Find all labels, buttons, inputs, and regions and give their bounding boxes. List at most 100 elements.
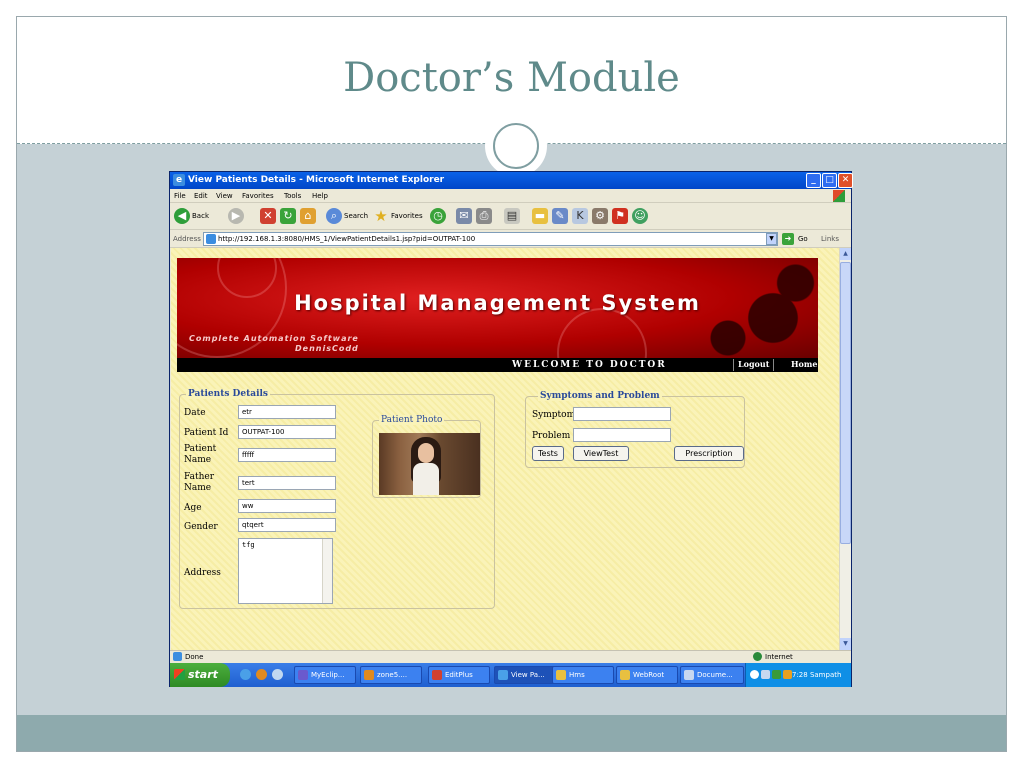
menu-edit[interactable]: Edit — [194, 192, 208, 200]
task-zone[interactable]: zone5.... — [360, 666, 422, 684]
folder-task-icon — [556, 670, 566, 680]
scroll-down-icon[interactable]: ▼ — [840, 638, 851, 650]
task-editplus[interactable]: EditPlus — [428, 666, 490, 684]
tray-network-icon[interactable] — [761, 670, 770, 679]
task-label: Hms — [569, 671, 585, 679]
father-name-label-line2: Name — [184, 483, 212, 493]
tray-expand-icon[interactable] — [750, 670, 759, 679]
favorites-star-icon[interactable]: ★ — [373, 208, 389, 224]
patient-id-field[interactable]: OUTPAT-100 — [238, 425, 336, 439]
stop-icon[interactable]: ✕ — [260, 208, 276, 224]
title-ring-inner — [493, 123, 539, 169]
links-button[interactable]: Links — [821, 235, 839, 243]
symptom-label: Symptom — [532, 410, 576, 420]
users-icon[interactable]: ☺ — [632, 208, 648, 224]
welcome-text: WELCOME TO DOCTOR — [512, 360, 667, 370]
patient-photo-legend: Patient Photo — [379, 415, 445, 425]
task-myeclipse[interactable]: MyEclip... — [294, 666, 356, 684]
menu-file[interactable]: File — [174, 192, 186, 200]
address-bar: Address http://192.168.1.3:8080/HMS_1/Vi… — [170, 230, 851, 248]
home-link[interactable]: Home — [787, 359, 821, 371]
date-field[interactable]: etr — [238, 405, 336, 419]
windows-logo-icon — [174, 669, 185, 680]
photo-face — [418, 443, 434, 463]
eclipse-icon — [298, 670, 308, 680]
back-label[interactable]: Back — [192, 212, 209, 220]
patient-name-field[interactable]: fffff — [238, 448, 336, 462]
home-icon[interactable]: ⌂ — [300, 208, 316, 224]
problem-field[interactable] — [573, 428, 671, 442]
refresh-icon[interactable]: ↻ — [280, 208, 296, 224]
patient-photo — [379, 433, 480, 495]
research-icon[interactable]: K — [572, 208, 588, 224]
tool-icon[interactable]: ⚙ — [592, 208, 608, 224]
ie-task-icon — [498, 670, 508, 680]
tray-app-icon[interactable] — [772, 670, 781, 679]
editplus-icon — [432, 670, 442, 680]
task-label: MyEclip... — [311, 671, 345, 679]
banner-title: Hospital Management System — [294, 291, 701, 315]
address-scrollbar[interactable] — [322, 539, 332, 603]
menu-help[interactable]: Help — [312, 192, 328, 200]
task-label: View Pa... — [511, 671, 545, 679]
prescription-button[interactable]: Prescription — [674, 446, 744, 461]
address-label: Address — [173, 235, 201, 243]
flag-icon[interactable]: ⚑ — [612, 208, 628, 224]
start-button[interactable]: start — [170, 663, 230, 687]
scroll-up-icon[interactable]: ▲ — [840, 248, 851, 260]
forward-icon[interactable]: ▶ — [228, 208, 244, 224]
favorites-label[interactable]: Favorites — [391, 212, 423, 220]
address-dropdown-chevron-icon[interactable]: ▼ — [766, 233, 777, 245]
menu-view[interactable]: View — [216, 192, 233, 200]
ie-window: e View Patients Details - Microsoft Inte… — [169, 171, 853, 687]
quick-launch-firefox-icon[interactable] — [256, 669, 267, 680]
go-button[interactable]: Go — [798, 235, 808, 243]
gender-field[interactable]: qtqert — [238, 518, 336, 532]
window-title: View Patients Details - Microsoft Intern… — [188, 175, 445, 185]
start-label: start — [188, 668, 218, 681]
task-label: zone5.... — [377, 671, 408, 679]
window-titlebar[interactable]: e View Patients Details - Microsoft Inte… — [170, 172, 853, 189]
search-icon[interactable]: ⌕ — [326, 208, 342, 224]
symptom-field[interactable] — [573, 407, 671, 421]
go-arrow-icon[interactable]: ➜ — [782, 233, 794, 245]
quick-launch-ie-icon[interactable] — [240, 669, 251, 680]
address-input[interactable]: http://192.168.1.3:8080/HMS_1/ViewPatien… — [203, 232, 778, 246]
minimize-button[interactable]: _ — [806, 173, 821, 188]
father-name-label-line1: Father — [184, 472, 215, 482]
quick-launch-desktop-icon[interactable] — [272, 669, 283, 680]
task-documents[interactable]: Docume... — [680, 666, 744, 684]
age-field[interactable]: ww — [238, 499, 336, 513]
task-label: WebRoot — [633, 671, 665, 679]
search-label[interactable]: Search — [344, 212, 368, 220]
address-url: http://192.168.1.3:8080/HMS_1/ViewPatien… — [218, 235, 476, 243]
history-icon[interactable]: ◷ — [430, 208, 446, 224]
menu-favorites[interactable]: Favorites — [242, 192, 274, 200]
father-name-field[interactable]: tert — [238, 476, 336, 490]
page-icon — [206, 234, 216, 244]
edit-icon[interactable]: ▤ — [504, 208, 520, 224]
logout-link[interactable]: Logout — [733, 359, 775, 371]
page-scrollbar[interactable]: ▲ ▼ — [839, 248, 851, 650]
banner-subtitle: Complete Automation Software — [189, 334, 359, 343]
print-icon[interactable]: ⎙ — [476, 208, 492, 224]
tests-button[interactable]: Tests — [532, 446, 564, 461]
back-icon[interactable]: ◀ — [174, 208, 190, 224]
folder-icon[interactable]: ▬ — [532, 208, 548, 224]
scroll-thumb[interactable] — [840, 262, 851, 544]
nav-bar: WELCOME TO DOCTOR Logout Home — [177, 358, 818, 372]
mail-icon[interactable]: ✉ — [456, 208, 472, 224]
tray-clock: 7:28 Sampath — [792, 671, 842, 679]
task-hms[interactable]: Hms — [552, 666, 614, 684]
view-test-button[interactable]: ViewTest — [573, 446, 629, 461]
menu-tools[interactable]: Tools — [284, 192, 301, 200]
close-button[interactable]: ✕ — [838, 173, 853, 188]
messenger-icon[interactable]: ✎ — [552, 208, 568, 224]
patient-name-label-line2: Name — [184, 455, 212, 465]
task-webroot[interactable]: WebRoot — [616, 666, 678, 684]
tray-chart-icon[interactable] — [783, 670, 792, 679]
address-textarea[interactable]: tfg — [238, 538, 333, 604]
address-text-label: Address — [184, 568, 221, 578]
task-view-patients[interactable]: View Pa... — [494, 666, 556, 684]
maximize-button[interactable]: □ — [822, 173, 837, 188]
